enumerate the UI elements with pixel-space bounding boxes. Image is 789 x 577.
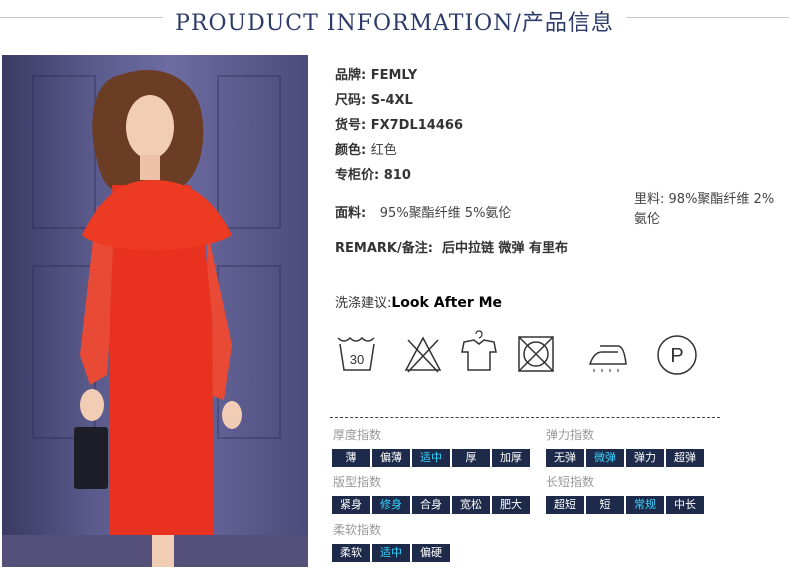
thickness-chip: 适中 [412,449,450,467]
elasticity-chip: 微弹 [586,449,624,467]
thickness-chip: 偏薄 [372,449,410,467]
thickness-chip: 加厚 [492,449,530,467]
elasticity-options: 无弹 微弹 弹力 超弹 [546,449,706,467]
fit-chip: 肥大 [492,496,530,514]
fit-options: 紧身 修身 合身 宽松 肥大 [332,496,532,514]
model-figure [2,69,308,567]
elasticity-chip: 弹力 [626,449,664,467]
no-tumble-dry-icon [518,336,554,372]
softness-options: 柔软 适中 偏硬 [332,544,452,562]
brand-row: 品牌: FEMLY [335,68,418,83]
softness-chip: 适中 [372,544,410,562]
thickness-options: 薄偏薄 适中厚加厚 [332,449,532,467]
softness-title: 柔软指数 [333,523,382,537]
softness-chip: 偏硬 [412,544,450,562]
section-title: PROUDUCT INFORMATION/产品信息 [0,5,789,37]
thickness-chip: 薄 [332,449,370,467]
price-row: 专柜价: 810 [335,168,411,183]
length-options: 超短短常规 中长 [546,496,706,514]
thickness-chip: 厚 [452,449,490,467]
divider [330,417,720,418]
lining-row: 里料: 98%聚酯纤维 2% 氨伦 [634,192,775,227]
length-title: 长短指数 [546,475,595,489]
length-chip: 中长 [666,496,704,514]
remark-row: REMARK/备注: 后中拉链 微弹 有里布 [335,241,569,256]
fit-chip: 紧身 [332,496,370,514]
fit-title: 版型指数 [333,475,382,489]
elasticity-chip: 超弹 [666,449,704,467]
sku-row: 货号: FX7DL14466 [335,118,463,133]
fit-chip: 修身 [372,496,410,514]
length-chip: 常规 [626,496,664,514]
no-bleach-icon [404,336,442,373]
hang-dry-icon [461,330,497,371]
fit-chip: 宽松 [452,496,490,514]
softness-chip: 柔软 [332,544,370,562]
svg-text:P: P [670,345,683,367]
dry-clean-p-icon: P [657,335,697,375]
svg-text:30: 30 [350,352,364,367]
color-row: 颜色: 红色 [335,143,397,158]
thickness-title: 厚度指数 [333,428,382,442]
elasticity-chip: 无弹 [546,449,584,467]
length-chip: 短 [586,496,624,514]
length-chip: 超短 [546,496,584,514]
product-photo [2,55,308,567]
wash-row: 洗涤建议:Look After Me [335,295,503,311]
elasticity-title: 弹力指数 [546,428,595,442]
size-row: 尺码: S-4XL [335,93,413,108]
iron-icon [588,345,627,372]
fit-chip: 合身 [412,496,450,514]
fabric-row: 面料: 95%聚酯纤维 5%氨伦 [335,206,512,221]
wash-30-icon: 30 [337,336,375,371]
